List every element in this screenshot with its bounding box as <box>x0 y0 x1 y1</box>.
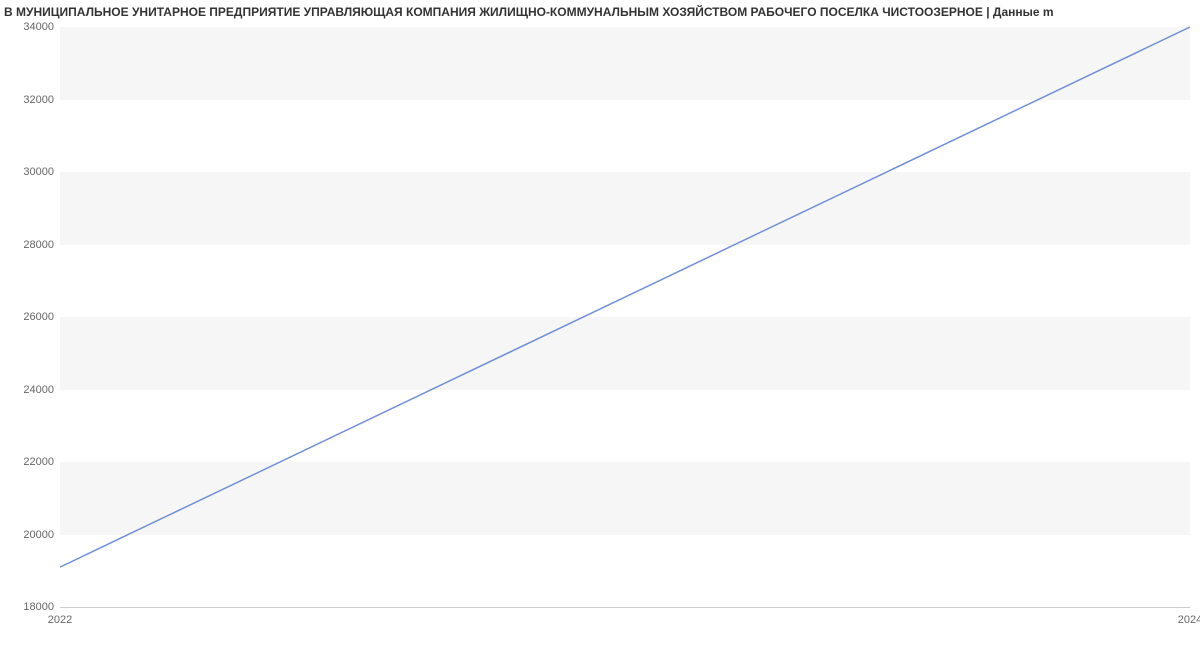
data-line <box>60 27 1190 567</box>
plot-region <box>60 27 1190 607</box>
y-tick-label: 28000 <box>23 239 54 251</box>
x-tick-label: 2024 <box>1178 614 1200 626</box>
y-tick-label: 34000 <box>23 21 54 33</box>
y-tick-label: 26000 <box>23 311 54 323</box>
y-tick-label: 32000 <box>23 94 54 106</box>
y-tick-label: 20000 <box>23 529 54 541</box>
chart-title: В МУНИЦИПАЛЬНОЕ УНИТАРНОЕ ПРЕДПРИЯТИЕ УП… <box>0 0 1200 19</box>
x-tick-label: 2022 <box>48 614 72 626</box>
y-tick-label: 24000 <box>23 384 54 396</box>
line-series <box>60 27 1190 607</box>
y-tick-label: 22000 <box>23 456 54 468</box>
x-axis-line <box>60 607 1190 608</box>
y-tick-label: 18000 <box>23 601 54 613</box>
y-tick-label: 30000 <box>23 166 54 178</box>
chart-area: 18000 20000 22000 24000 26000 28000 30000 32000… <box>0 22 1200 642</box>
